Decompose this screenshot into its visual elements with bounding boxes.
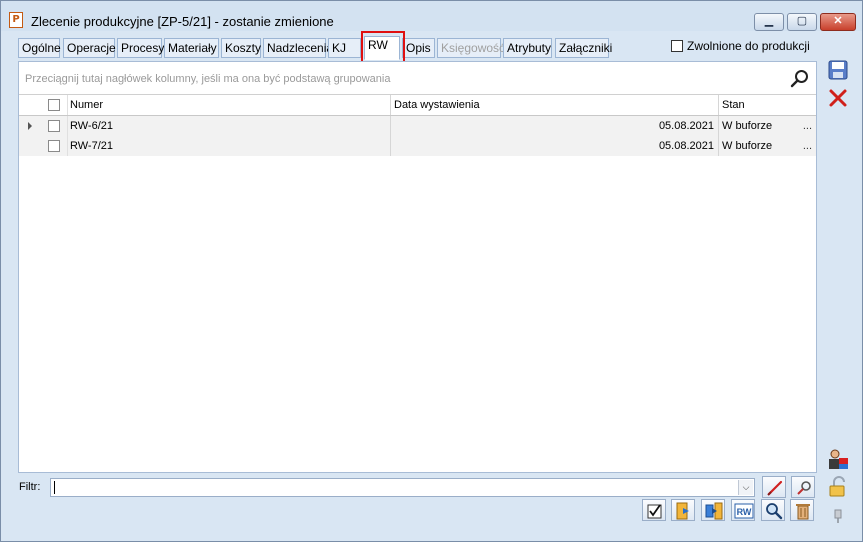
row-indicator — [19, 116, 43, 136]
row-select[interactable] — [43, 136, 67, 156]
check-all-icon — [647, 504, 662, 519]
filter-wizard-button[interactable] — [791, 476, 815, 498]
save-icon — [828, 60, 848, 80]
clear-filter-icon — [767, 480, 783, 496]
tab-opis[interactable]: Opis — [402, 38, 435, 58]
import-icon — [676, 502, 689, 520]
svg-text:RW: RW — [737, 507, 752, 517]
user-actions-icon — [829, 449, 848, 469]
preview-icon — [766, 503, 783, 520]
filter-wizard-icon — [797, 481, 811, 495]
pin-button[interactable] — [826, 503, 850, 527]
lock-button[interactable] — [826, 475, 850, 499]
delete-button[interactable] — [790, 499, 814, 521]
tab-ogolne[interactable]: Ogólne — [18, 38, 61, 58]
row-more-button[interactable]: ... — [803, 136, 812, 156]
rw-list-panel: Przeciągnij tutaj nagłówek kolumny, jeśl… — [18, 61, 817, 473]
search-icon[interactable] — [789, 68, 811, 90]
row-data: 05.08.2021 — [390, 136, 718, 156]
table-row[interactable]: RW-6/21 05.08.2021 W buforze... — [19, 116, 816, 136]
tab-operacje[interactable]: Operacje — [63, 38, 116, 58]
tab-ksiegowosc: Księgowość — [437, 38, 505, 58]
released-checkbox[interactable] — [671, 40, 683, 52]
pin-icon — [834, 509, 842, 523]
lock-icon — [829, 476, 845, 497]
group-by-hint: Przeciągnij tutaj nagłówek kolumny, jeśl… — [25, 73, 391, 85]
row-stan: W buforze... — [718, 136, 816, 156]
row-stan-text: W buforze — [722, 140, 773, 152]
cancel-button[interactable] — [826, 86, 850, 110]
released-label: Zwolnione do produkcji — [687, 39, 810, 53]
close-button[interactable]: ✕ — [820, 13, 856, 31]
cancel-icon — [829, 89, 847, 107]
rw-document-button[interactable]: RW — [731, 499, 755, 521]
title-bar[interactable]: P Zlecenie produkcyjne [ZP-5/21] - zosta… — [1, 1, 862, 31]
text-caret — [54, 481, 55, 494]
tab-koszty[interactable]: Koszty — [221, 38, 261, 58]
current-row-arrow-icon — [28, 122, 32, 130]
import-button[interactable] — [671, 499, 695, 521]
tab-kj[interactable]: KJ — [328, 38, 361, 58]
app-icon: P — [9, 12, 23, 28]
minimize-button[interactable]: ▁ — [754, 13, 784, 31]
tab-procesy[interactable]: Procesy — [117, 38, 164, 58]
row-indicator — [19, 136, 43, 156]
rw-grid: Numer Data wystawienia Stan RW-6/21 05.0… — [19, 94, 816, 156]
maximize-button[interactable]: ▢ — [787, 13, 817, 31]
main-window: P Zlecenie produkcyjne [ZP-5/21] - zosta… — [0, 0, 863, 542]
row-more-button[interactable]: ... — [803, 116, 812, 136]
tab-atrybuty[interactable]: Atrybuty — [503, 38, 552, 58]
tab-nadzlecenia[interactable]: Nadzlecenia — [263, 38, 333, 58]
column-header-numer[interactable]: Numer — [67, 95, 390, 115]
row-numer: RW-7/21 — [67, 136, 390, 156]
user-actions-button[interactable] — [826, 447, 850, 471]
row-numer: RW-6/21 — [67, 116, 390, 136]
released-to-production[interactable]: Zwolnione do produkcji — [671, 39, 810, 53]
save-button[interactable] — [826, 58, 850, 82]
check-all-button[interactable] — [642, 499, 666, 521]
tab-zalaczniki[interactable]: Załączniki — [555, 38, 612, 58]
header-indicator — [19, 95, 43, 115]
row-checkbox[interactable] — [48, 140, 60, 152]
column-header-data[interactable]: Data wystawienia — [390, 95, 718, 115]
select-all-checkbox[interactable] — [48, 99, 60, 111]
tab-materialy[interactable]: Materiały — [164, 38, 219, 58]
row-stan: W buforze... — [718, 116, 816, 136]
table-row[interactable]: RW-7/21 05.08.2021 W buforze... — [19, 136, 816, 156]
grid-header: Numer Data wystawienia Stan — [19, 94, 816, 116]
clear-filter-button[interactable] — [762, 476, 786, 498]
filter-dropdown-button[interactable]: ⌵ — [738, 480, 753, 495]
rw-document-icon: RW — [734, 503, 754, 519]
row-data: 05.08.2021 — [390, 116, 718, 136]
filter-input[interactable]: ⌵ — [50, 478, 755, 497]
window-title: Zlecenie produkcyjne [ZP-5/21] - zostani… — [31, 14, 334, 29]
row-checkbox[interactable] — [48, 120, 60, 132]
column-header-stan[interactable]: Stan — [718, 95, 816, 115]
row-stan-text: W buforze — [722, 120, 773, 132]
filter-label: Filtr: — [19, 481, 41, 493]
export-icon — [705, 502, 723, 520]
preview-button[interactable] — [761, 499, 785, 521]
row-select[interactable] — [43, 116, 67, 136]
export-button[interactable] — [701, 499, 725, 521]
header-select-all[interactable] — [43, 95, 67, 115]
trash-icon — [796, 504, 810, 520]
